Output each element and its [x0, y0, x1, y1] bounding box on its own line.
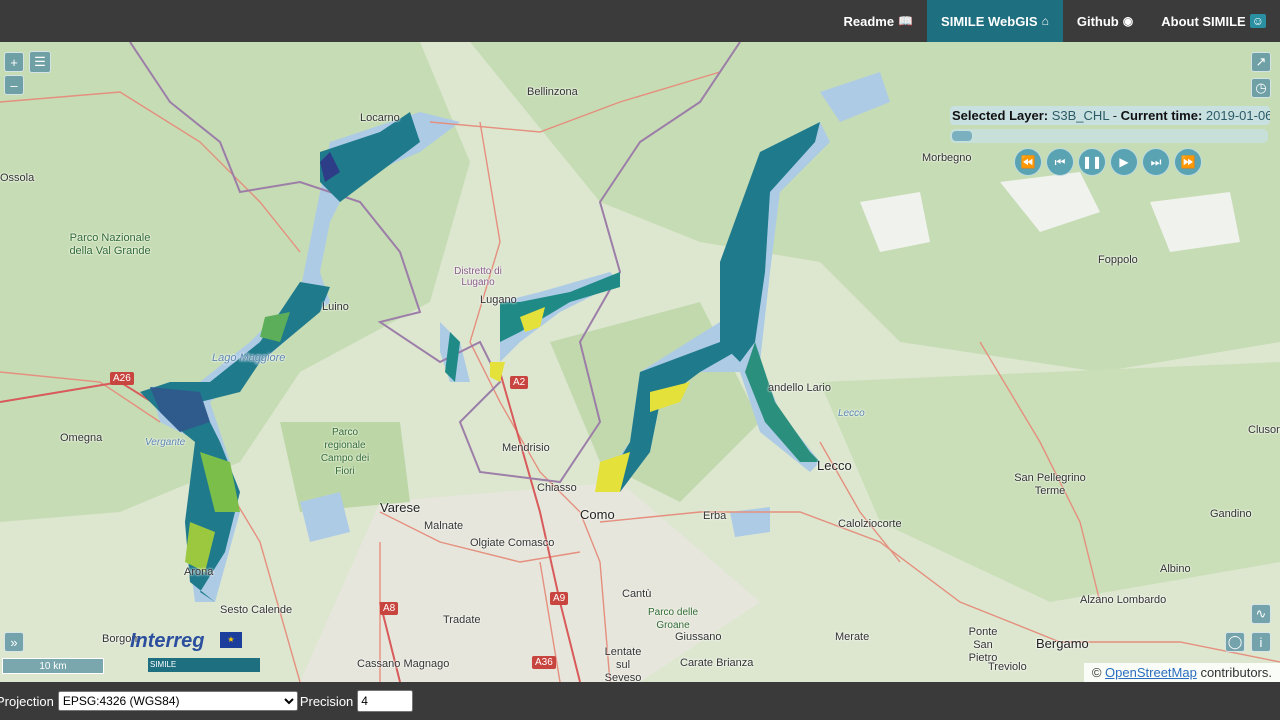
selected-layer-caption: Selected Layer:	[952, 108, 1049, 123]
chart-icon[interactable]: ∿	[1251, 604, 1271, 624]
place-lentate: Lentate sul Seveso	[604, 646, 642, 682]
road-a36: A36	[532, 656, 556, 669]
step-backward-icon[interactable]: ⏮	[1046, 148, 1074, 176]
projection-label: Projection	[0, 693, 54, 709]
place-lago-maggiore: Lago Maggiore	[212, 352, 286, 364]
book-icon: 📖	[898, 14, 914, 28]
nav-about[interactable]: About SIMILE ☺	[1147, 0, 1280, 42]
place-parco-val-grande: Parco Nazionale della Val Grande	[69, 232, 151, 257]
place-como: Como	[580, 507, 615, 522]
place-sesto-calende: Sesto Calende	[220, 604, 293, 616]
place-olgiate: Olgiate Comasco	[470, 537, 555, 549]
person-icon: ☺	[1249, 14, 1266, 28]
place-foppolo: Foppolo	[1098, 254, 1138, 266]
attribution-prefix: ©	[1091, 665, 1102, 680]
top-navbar: Readme 📖 SIMILE WebGIS ⌂ Github ◉ About …	[0, 0, 1280, 42]
fast-backward-icon[interactable]: ⏪	[1014, 148, 1042, 176]
place-gandino: Gandino	[1210, 508, 1252, 520]
logo-brand: Interreg	[130, 630, 205, 652]
map-canvas[interactable]: Locarno Bellinzona Ossola Parco Nazional…	[0, 42, 1280, 682]
place-clusone: Clusone	[1248, 424, 1280, 436]
place-tradate: Tradate	[443, 614, 481, 626]
place-chiasso: Chiasso	[537, 482, 577, 494]
fullscreen-icon[interactable]: ↗	[1251, 52, 1271, 72]
place-ponte-san-pietro: Ponte San Pietro	[968, 626, 998, 664]
osm-link[interactable]: OpenStreetMap	[1105, 665, 1197, 680]
selected-layer-value: S3B_CHL	[1051, 108, 1110, 123]
layers-icon[interactable]: ☰	[29, 51, 51, 73]
projection-select[interactable]: EPSG:4326 (WGS84)	[57, 691, 298, 711]
road-a9: A9	[550, 592, 569, 605]
time-slider[interactable]	[950, 129, 1268, 143]
place-malnate: Malnate	[424, 520, 464, 532]
pause-icon[interactable]: ❚❚	[1078, 148, 1106, 176]
time-separator: -	[1112, 108, 1118, 123]
place-distretto-lugano: Distretto di Lugano	[454, 266, 502, 288]
place-giussano: Giussano	[675, 631, 722, 643]
github-icon: ◉	[1122, 14, 1134, 28]
time-panel: Selected Layer: S3B_CHL - Current time: …	[950, 106, 1272, 176]
map-attribution: © OpenStreetMap contributors.	[1083, 663, 1280, 682]
place-lugano: Lugano	[480, 294, 517, 306]
place-cantu: Cantù	[622, 588, 652, 600]
bottom-bar: Projection EPSG:4326 (WGS84) Precision	[0, 682, 1280, 720]
place-alzano: Alzano Lombardo	[1080, 594, 1167, 606]
road-a2: A2	[510, 376, 529, 389]
zoom-out-button[interactable]: –	[4, 75, 24, 95]
precision-label: Precision	[299, 693, 354, 709]
precision-input[interactable]	[357, 690, 414, 712]
nav-simile-webgis[interactable]: SIMILE WebGIS ⌂	[927, 0, 1063, 42]
time-layer-label: Selected Layer: S3B_CHL - Current time: …	[950, 106, 1270, 125]
place-lecco: Lecco	[817, 458, 852, 473]
place-bergamo: Bergamo	[1036, 636, 1089, 651]
nav-readme[interactable]: Readme 📖	[830, 0, 928, 42]
place-ossola: Ossola	[0, 172, 35, 184]
logo-subtitle: SIMILE	[148, 658, 260, 672]
current-time-value: 2019-01-06	[1205, 108, 1270, 123]
step-forward-icon[interactable]: ⏭	[1142, 148, 1170, 176]
place-omegna: Omegna	[60, 432, 103, 444]
place-arona: Arona	[184, 566, 214, 578]
current-time-caption: Current time:	[1120, 108, 1203, 123]
place-parco-campo-fiori: Parco regionale Campo dei Fiori	[320, 427, 370, 477]
play-icon[interactable]: ▶	[1110, 148, 1138, 176]
attribution-suffix: contributors.	[1200, 665, 1272, 680]
interreg-logo: Interreg ★ SIMILE	[96, 628, 260, 676]
place-locarno: Locarno	[360, 112, 400, 124]
nav-about-label: About SIMILE	[1161, 13, 1246, 29]
time-slider-thumb[interactable]	[952, 131, 972, 141]
nav-webgis-label: SIMILE WebGIS	[941, 13, 1038, 29]
place-albino: Albino	[1160, 563, 1191, 575]
place-lecco-lake: Lecco	[838, 408, 865, 419]
info-icon[interactable]: i	[1251, 632, 1271, 652]
place-merate: Merate	[835, 631, 870, 643]
place-mendrisio: Mendrisio	[502, 442, 550, 454]
expand-panel-icon[interactable]: »	[4, 632, 24, 652]
place-treviolo: Treviolo	[988, 661, 1027, 673]
place-vergante: Vergante	[145, 437, 186, 448]
scale-bar: 10 km	[2, 658, 104, 674]
nav-github[interactable]: Github ◉	[1063, 0, 1147, 42]
place-erba: Erba	[703, 510, 727, 522]
place-san-pellegrino: San Pellegrino Terme	[1014, 472, 1086, 497]
place-cassano: Cassano Magnago	[357, 658, 450, 670]
zoom-in-button[interactable]: +	[4, 52, 24, 72]
place-parco-groane: Parco delle Groane	[647, 607, 699, 631]
eu-flag-icon: ★	[220, 632, 242, 648]
fast-forward-icon[interactable]: ⏩	[1174, 148, 1202, 176]
place-bellano-lario: andello Lario	[768, 382, 831, 394]
place-luino: Luino	[322, 301, 349, 313]
place-calolziocorte: Calolziocorte	[838, 518, 902, 530]
time-controls: ⏪ ⏮ ❚❚ ▶ ⏭ ⏩	[1014, 148, 1272, 176]
nav-readme-label: Readme	[843, 13, 895, 29]
place-bellinzona: Bellinzona	[527, 86, 578, 98]
road-a26: A26	[110, 372, 134, 385]
road-a8: A8	[380, 602, 399, 615]
place-varese: Varese	[380, 500, 421, 515]
place-carate: Carate Brianza	[680, 657, 754, 669]
nav-github-label: Github	[1076, 13, 1119, 29]
clock-icon[interactable]: ◷	[1251, 78, 1271, 98]
globe-icon[interactable]: ◯	[1225, 632, 1245, 652]
home-icon: ⌂	[1041, 14, 1049, 28]
